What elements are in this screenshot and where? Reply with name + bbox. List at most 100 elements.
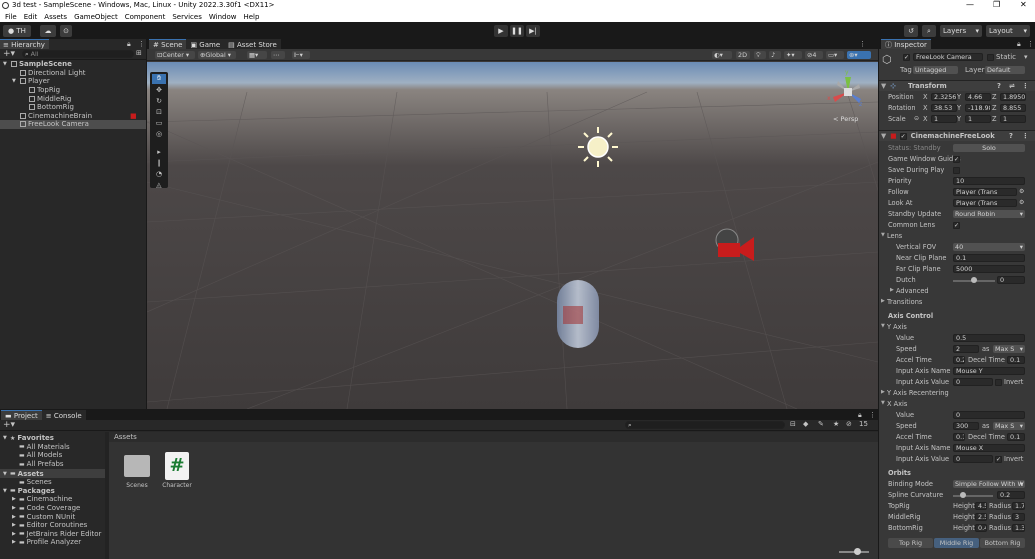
- rig-radius-field[interactable]: 3: [1012, 513, 1025, 521]
- layout-dropdown[interactable]: Layout ▾: [986, 25, 1030, 37]
- more-options-icon[interactable]: ⋮: [1027, 40, 1034, 48]
- rig-height-field[interactable]: 0.4: [975, 524, 987, 532]
- binding-mode-dropdown[interactable]: Simple Follow With W ▾: [953, 480, 1025, 488]
- game-window-guides-checkbox[interactable]: ✓: [953, 156, 960, 163]
- input-axis-value-field[interactable]: 0: [953, 455, 993, 463]
- favorite-icon[interactable]: ✎: [818, 420, 824, 428]
- play-button[interactable]: ▶: [494, 25, 508, 37]
- transform-position-z-field[interactable]: 1.8950: [1000, 93, 1026, 101]
- cinemachine-tool-3-icon[interactable]: ◔: [152, 170, 166, 180]
- input-axis-value-field[interactable]: 0: [953, 378, 993, 386]
- close-button[interactable]: ✕: [1020, 0, 1027, 9]
- transform-position-y-field[interactable]: 4.66: [965, 93, 991, 101]
- create-button[interactable]: +▾: [3, 420, 15, 430]
- foldout-arrow-icon[interactable]: ▼: [3, 435, 10, 441]
- look-at-field[interactable]: Player (Trans: [953, 199, 1017, 207]
- foldout-arrow-icon[interactable]: ▶: [12, 496, 19, 502]
- menu-gameobject[interactable]: GameObject: [74, 13, 118, 21]
- tab-game[interactable]: ▣ Game: [186, 39, 225, 49]
- foldout-arrow-icon[interactable]: ▼: [3, 471, 10, 477]
- near-clip-field[interactable]: 0.1: [953, 254, 1025, 262]
- spline-curvature-field[interactable]: 0.2: [997, 491, 1025, 499]
- tree-package-item[interactable]: ▶ ▬ Editor Coroutines: [0, 521, 105, 530]
- camera-settings-button[interactable]: ▭▾: [826, 51, 844, 59]
- transform-position-x-field[interactable]: 2.3256: [931, 93, 957, 101]
- maximize-button[interactable]: ❐: [993, 0, 1000, 9]
- tab-asset-store[interactable]: ▤ Asset Store: [224, 39, 281, 49]
- minimize-button[interactable]: —: [966, 0, 974, 9]
- space-dropdown[interactable]: ⊕Global ▾: [198, 51, 236, 59]
- menu-window[interactable]: Window: [209, 13, 237, 21]
- axis-speed-field[interactable]: 2: [953, 345, 979, 353]
- rect-tool-icon[interactable]: ▭: [152, 119, 166, 129]
- breadcrumb-assets[interactable]: Assets: [114, 433, 137, 441]
- foldout-arrow-icon[interactable]: ▶: [881, 298, 885, 304]
- transform-rotation-y-field[interactable]: -118.98: [965, 104, 991, 112]
- ruler-button[interactable]: ⊩▾: [292, 51, 310, 59]
- transform-rotation-z-field[interactable]: 8.855: [1000, 104, 1026, 112]
- menu-help[interactable]: Help: [243, 13, 259, 21]
- invert-checkbox[interactable]: ✓: [995, 456, 1002, 463]
- tree-package-item[interactable]: ▶ ▬ Cinemachine: [0, 495, 105, 504]
- lock-icon[interactable]: 🔒︎: [1017, 40, 1021, 49]
- help-icon[interactable]: ?: [1009, 132, 1013, 140]
- tab-console[interactable]: ≡ Console: [41, 410, 86, 420]
- object-name-field[interactable]: FreeLook Camera: [913, 53, 983, 61]
- cinemachine-tool-4-icon[interactable]: ◬: [152, 181, 166, 189]
- foldout-arrow-icon[interactable]: ▶: [881, 389, 885, 395]
- scene-viewport[interactable]: y x z < Persp: [147, 62, 878, 409]
- speed-mode-dropdown[interactable]: Max S ▾: [993, 345, 1025, 353]
- transform-rotation-x-field[interactable]: 38.53: [931, 104, 957, 112]
- spline-slider-handle[interactable]: [960, 492, 966, 498]
- step-button[interactable]: ▶|: [526, 25, 540, 37]
- transform-scale-z-field[interactable]: 1: [1000, 115, 1026, 123]
- hierarchy-row[interactable]: MiddleRig: [0, 94, 146, 103]
- transform-tool-icon[interactable]: ◎: [152, 130, 166, 140]
- audio-toggle[interactable]: ♪: [769, 51, 781, 59]
- rig-tab-bottom[interactable]: Bottom Rig: [980, 538, 1025, 548]
- foldout-arrow-icon[interactable]: ▼: [12, 78, 20, 84]
- tab-project[interactable]: ▬ Project: [1, 410, 42, 420]
- component-enabled-checkbox[interactable]: ✓: [899, 132, 907, 140]
- axis-value-field[interactable]: 0: [953, 411, 1025, 419]
- asset-item[interactable]: # Character: [159, 452, 195, 502]
- tree-favorite-item[interactable]: ▬ All Models: [0, 451, 105, 460]
- tree-package-item[interactable]: ▶ ▬ Custom NUnit: [0, 512, 105, 521]
- foldout-arrow-icon[interactable]: ▼: [881, 232, 885, 238]
- hierarchy-row[interactable]: FreeLook Camera: [0, 120, 146, 129]
- hierarchy-row[interactable]: ▼ Player: [0, 77, 146, 86]
- save-during-play-checkbox[interactable]: [953, 167, 960, 174]
- hierarchy-row[interactable]: ▼ SampleScene: [0, 60, 146, 69]
- tree-package-item[interactable]: ▶ ▬ Code Coverage: [0, 504, 105, 513]
- tag-dropdown[interactable]: Untagged: [913, 66, 958, 74]
- grid-snap-button[interactable]: ▦▾: [247, 51, 267, 59]
- axis-value-field[interactable]: 0.5: [953, 334, 1025, 342]
- history-icon[interactable]: ↺: [904, 25, 918, 37]
- menu-assets[interactable]: Assets: [44, 13, 67, 21]
- toggle-2d-button[interactable]: 2D: [736, 51, 750, 59]
- vertical-fov-field[interactable]: 40 ▾: [953, 243, 1025, 251]
- transform-scale-y-field[interactable]: 1: [965, 115, 991, 123]
- projection-toggle[interactable]: < Persp: [833, 115, 858, 123]
- foldout-arrow-icon[interactable]: ▶: [12, 539, 19, 545]
- help-icon[interactable]: ?: [997, 82, 1001, 90]
- search-icon[interactable]: ⌕: [922, 25, 936, 37]
- link-icon[interactable]: ⊝: [914, 115, 919, 122]
- add-button[interactable]: +▾: [3, 49, 15, 59]
- tree-package-item[interactable]: ▶ ▬ JetBrains Rider Editor: [0, 530, 105, 539]
- draw-mode-dropdown[interactable]: ◐▾: [712, 51, 732, 59]
- cinemachine-tool-1-icon[interactable]: ▸: [152, 148, 166, 158]
- scale-tool-icon[interactable]: ⊡: [152, 108, 166, 118]
- input-axis-name-field[interactable]: Mouse Y: [953, 367, 1025, 375]
- layers-dropdown[interactable]: Layers ▾: [940, 25, 982, 37]
- cloud-icon[interactable]: ☁: [40, 25, 56, 37]
- tree-packages[interactable]: ▼ ▬ Packages: [0, 487, 105, 496]
- lighting-toggle[interactable]: 💡︎: [754, 51, 766, 59]
- speed-mode-dropdown[interactable]: Max S ▾: [993, 422, 1025, 430]
- hand-tool-icon[interactable]: ✋︎: [152, 74, 166, 84]
- hidden-objects-toggle[interactable]: ⊘4: [805, 51, 823, 59]
- freelook-header[interactable]: ▼ ■ ✓ CinemachineFreeLook ? ⋮: [879, 130, 1035, 141]
- lock-icon[interactable]: 🔒︎: [127, 40, 131, 49]
- transform-scale-x-field[interactable]: 1: [931, 115, 957, 123]
- menu-component[interactable]: Component: [125, 13, 166, 21]
